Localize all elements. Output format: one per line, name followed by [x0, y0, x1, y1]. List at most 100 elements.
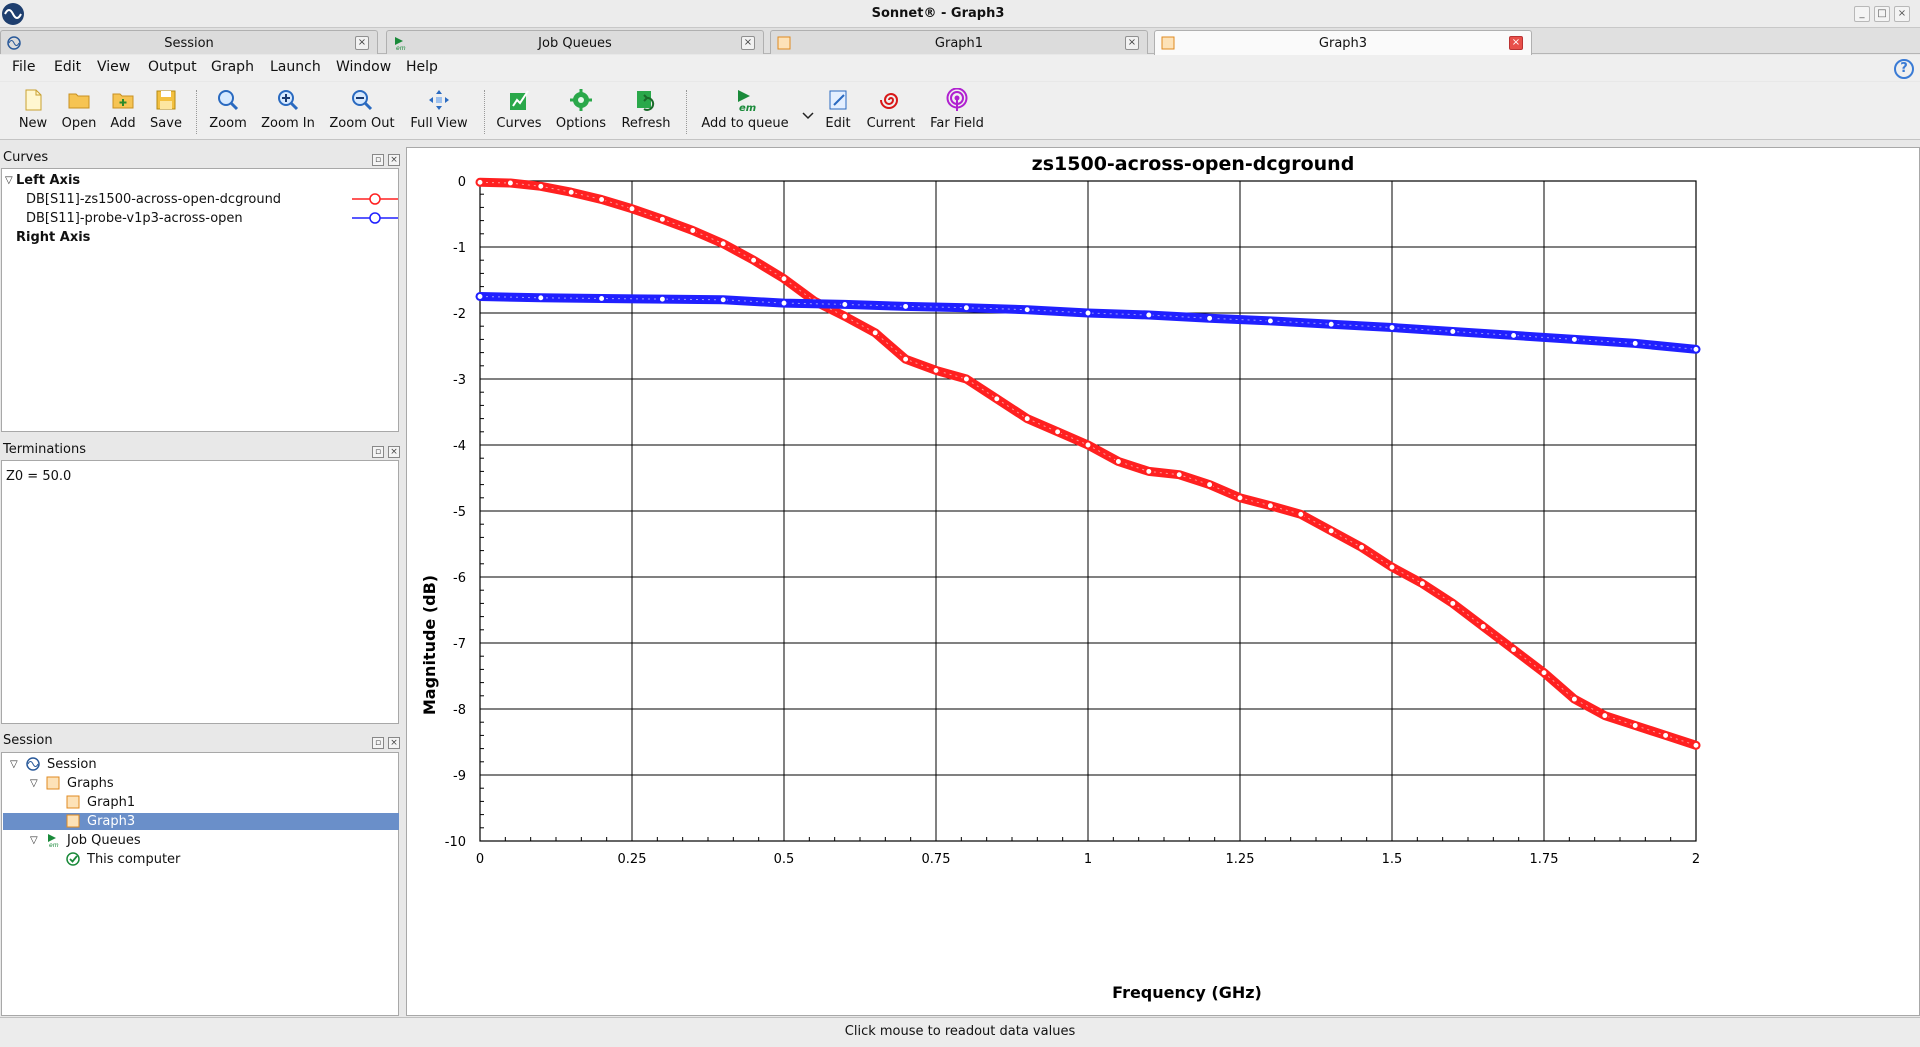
curve-legend-red-icon — [352, 193, 398, 205]
edit-button[interactable]: Edit — [818, 84, 858, 138]
refresh-icon — [637, 91, 655, 111]
data-point — [536, 293, 545, 302]
tab-graph1[interactable]: Graph1 × — [770, 30, 1148, 54]
add-button[interactable]: Add — [106, 84, 140, 138]
close-panel-icon[interactable]: × — [388, 154, 400, 166]
close-tab-icon[interactable]: × — [1125, 36, 1139, 50]
curve-item[interactable]: DB[S11]-probe-v1p3-across-open — [26, 211, 243, 226]
data-point — [780, 299, 788, 308]
tree-item-graph3[interactable]: Graph3 — [87, 814, 135, 829]
graph-area[interactable]: zs1500-across-open-dcground Frequency (G… — [406, 147, 1920, 1016]
open-button[interactable]: Open — [58, 84, 100, 138]
curves-button[interactable]: Curves — [492, 84, 546, 138]
far-field-button[interactable]: Far Field — [924, 84, 990, 138]
chevron-down-icon — [802, 112, 814, 120]
float-panel-icon[interactable]: ▫ — [372, 446, 384, 458]
data-point — [992, 394, 1001, 403]
save-button[interactable]: Save — [146, 84, 186, 138]
refresh-button[interactable]: Refresh — [616, 84, 676, 138]
menu-help[interactable]: Help — [406, 59, 438, 75]
tab-job-queues[interactable]: em Job Queues × — [386, 30, 764, 54]
collapse-arrow-icon[interactable]: ▽ — [10, 759, 18, 770]
zoom-button[interactable]: Zoom — [206, 84, 250, 138]
data-point — [1236, 493, 1244, 502]
data-point — [1448, 599, 1457, 608]
tab-graph3[interactable]: Graph3 × — [1154, 30, 1532, 55]
status-text: Click mouse to readout data values — [844, 1024, 1076, 1039]
close-tab-icon[interactable]: × — [355, 36, 369, 50]
maximize-button[interactable]: □ — [1874, 6, 1890, 22]
menu-view[interactable]: View — [97, 59, 130, 75]
close-window-button[interactable]: × — [1894, 6, 1910, 22]
add-to-queue-button[interactable]: em Add to queue — [694, 84, 796, 138]
tab-label: Graph3 — [1318, 36, 1368, 51]
data-point — [962, 303, 971, 312]
minimize-button[interactable]: _ — [1854, 6, 1870, 22]
options-button[interactable]: Options — [552, 84, 610, 138]
data-point — [1509, 331, 1518, 340]
add-to-queue-dropdown[interactable] — [800, 84, 816, 138]
y-tick-label: -5 — [453, 505, 466, 520]
data-point — [962, 375, 971, 383]
curve-item[interactable]: DB[S11]-zs1500-across-open-dcground — [26, 192, 281, 207]
menu-file[interactable]: File — [12, 59, 35, 75]
curves-panel: ▽ Left Axis DB[S11]-zs1500-across-open-d… — [1, 168, 399, 432]
data-point — [719, 295, 728, 304]
tree-item-graph1[interactable]: Graph1 — [87, 795, 135, 810]
new-button[interactable]: New — [14, 84, 52, 138]
current-button[interactable]: Current — [864, 84, 918, 138]
edit-icon — [829, 90, 847, 110]
menu-graph[interactable]: Graph — [211, 59, 254, 75]
tree-item-this-computer[interactable]: This computer — [87, 852, 180, 867]
graph-doc-icon — [66, 814, 80, 828]
add-folder-icon — [112, 93, 134, 109]
sonnet-logo-icon — [26, 757, 40, 771]
zoom-in-icon — [278, 90, 299, 111]
data-point — [567, 188, 576, 197]
menu-window[interactable]: Window — [336, 59, 391, 75]
x-tick-label: 0.5 — [774, 852, 795, 867]
close-tab-icon[interactable]: × — [1509, 36, 1523, 50]
chart[interactable]: zs1500-across-open-dcground Frequency (G… — [407, 148, 1919, 1015]
zoom-out-button[interactable]: Zoom Out — [326, 84, 398, 138]
tree-item-graphs[interactable]: Graphs — [67, 776, 114, 791]
data-point — [1084, 441, 1092, 449]
collapse-arrow-icon[interactable]: ▽ — [30, 835, 38, 846]
menu-output[interactable]: Output — [148, 59, 197, 75]
y-axis-label: Magnitude (dB) — [420, 575, 439, 715]
float-panel-icon[interactable]: ▫ — [372, 154, 384, 166]
window-title: Sonnet® - Graph3 — [871, 6, 1005, 21]
x-tick-label: 1.5 — [1382, 852, 1403, 867]
data-point — [597, 294, 606, 303]
menu-edit[interactable]: Edit — [54, 59, 81, 75]
tree-item-job-queues[interactable]: Job Queues — [67, 833, 141, 848]
collapse-arrow-icon[interactable]: ▽ — [5, 175, 13, 186]
full-view-icon — [429, 90, 449, 110]
em-run-icon: em — [48, 834, 59, 847]
data-point — [1205, 480, 1214, 489]
data-point — [901, 302, 910, 311]
full-view-button[interactable]: Full View — [404, 84, 474, 138]
tree-item-session[interactable]: Session — [47, 757, 97, 772]
collapse-arrow-icon[interactable]: ▽ — [30, 778, 38, 789]
terminations-panel-title: Terminations ▫ × — [0, 440, 404, 460]
x-tick-label: 0 — [476, 852, 484, 867]
tab-session[interactable]: Session × — [0, 30, 378, 54]
float-panel-icon[interactable]: ▫ — [372, 737, 384, 749]
close-panel-icon[interactable]: × — [388, 446, 400, 458]
data-point — [1600, 711, 1609, 720]
close-panel-icon[interactable]: × — [388, 737, 400, 749]
y-tick-label: -2 — [453, 307, 466, 322]
close-tab-icon[interactable]: × — [741, 36, 755, 50]
data-point — [628, 204, 636, 213]
help-icon[interactable]: ? — [1894, 59, 1914, 79]
zoom-out-icon — [352, 90, 373, 111]
x-tick-label: 1 — [1084, 852, 1092, 867]
menu-launch[interactable]: Launch — [270, 59, 321, 75]
zoom-in-button[interactable]: Zoom In — [258, 84, 318, 138]
tab-bar: Session × em Job Queues × Graph1 × Graph… — [0, 28, 1920, 55]
x-tick-label: 2 — [1692, 852, 1700, 867]
x-tick-label: 1.25 — [1226, 852, 1255, 867]
data-point — [1296, 510, 1305, 519]
data-point — [1692, 741, 1700, 750]
